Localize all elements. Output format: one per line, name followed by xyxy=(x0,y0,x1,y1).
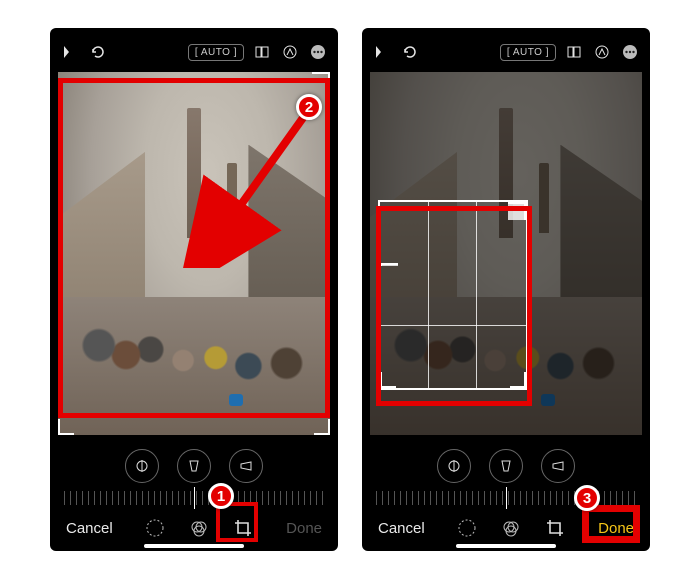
home-indicator xyxy=(144,544,244,548)
photo-canvas[interactable] xyxy=(370,72,642,435)
photo-image xyxy=(58,72,330,435)
flip-vertical-icon[interactable] xyxy=(372,42,392,62)
adjust-tab[interactable] xyxy=(456,517,478,539)
aspect-icon[interactable] xyxy=(564,42,584,62)
horizontal-perspective-tool[interactable] xyxy=(229,449,263,483)
crop-tab[interactable] xyxy=(544,517,566,539)
phone-left: [ AUTO ] Cancel xyxy=(50,28,338,551)
vertical-perspective-tool[interactable] xyxy=(177,449,211,483)
straighten-tool[interactable] xyxy=(437,449,471,483)
horizontal-perspective-tool[interactable] xyxy=(541,449,575,483)
markup-icon[interactable] xyxy=(280,42,300,62)
cancel-button[interactable]: Cancel xyxy=(378,520,425,537)
photo-canvas[interactable] xyxy=(58,72,330,435)
bottom-bar: Cancel Done xyxy=(50,509,338,551)
adjust-tab[interactable] xyxy=(144,517,166,539)
flip-vertical-icon[interactable] xyxy=(60,42,80,62)
rotate-icon[interactable] xyxy=(400,42,420,62)
bottom-bar: Cancel Done xyxy=(362,509,650,551)
home-indicator xyxy=(456,544,556,548)
edit-topbar: [ AUTO ] xyxy=(50,28,338,68)
auto-button[interactable]: [ AUTO ] xyxy=(500,44,556,61)
vertical-perspective-tool[interactable] xyxy=(489,449,523,483)
crop-selection[interactable] xyxy=(378,200,528,390)
rotate-icon[interactable] xyxy=(88,42,108,62)
aspect-icon[interactable] xyxy=(252,42,272,62)
angle-dial[interactable] xyxy=(64,487,324,509)
straighten-tool[interactable] xyxy=(125,449,159,483)
crop-tool-row xyxy=(362,439,650,487)
markup-icon[interactable] xyxy=(592,42,612,62)
auto-button[interactable]: [ AUTO ] xyxy=(188,44,244,61)
filters-tab[interactable] xyxy=(188,517,210,539)
done-button[interactable]: Done xyxy=(598,520,634,537)
tutorial-two-up: [ AUTO ] Cancel xyxy=(0,0,700,579)
more-icon[interactable] xyxy=(308,42,328,62)
cancel-button[interactable]: Cancel xyxy=(66,520,113,537)
more-icon[interactable] xyxy=(620,42,640,62)
filters-tab[interactable] xyxy=(500,517,522,539)
crop-tool-row xyxy=(50,439,338,487)
angle-dial[interactable] xyxy=(376,487,636,509)
done-button[interactable]: Done xyxy=(286,520,322,537)
dial-center-marker xyxy=(194,487,195,509)
edit-topbar: [ AUTO ] xyxy=(362,28,650,68)
crop-tab[interactable] xyxy=(232,517,254,539)
phone-right: [ AUTO ] xyxy=(362,28,650,551)
dial-center-marker xyxy=(506,487,507,509)
